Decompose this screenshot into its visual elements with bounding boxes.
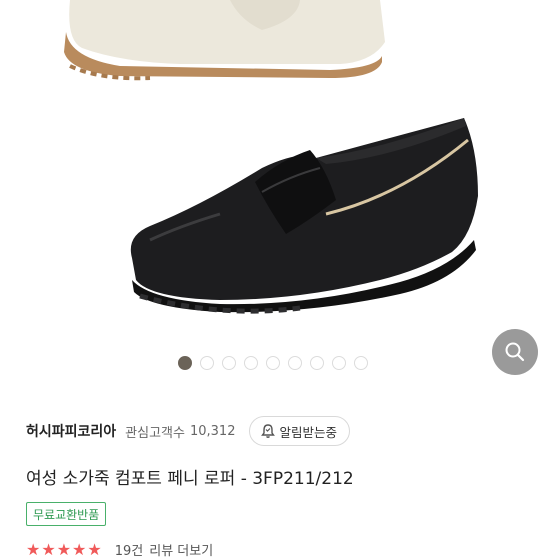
- bell-icon: [261, 424, 276, 438]
- pagination-dot[interactable]: [178, 356, 192, 370]
- star-icon: ★★★★★: [26, 540, 103, 559]
- image-search-button[interactable]: [492, 329, 538, 375]
- pagination-dot[interactable]: [310, 356, 324, 370]
- product-image[interactable]: [0, 0, 553, 345]
- pagination-dot[interactable]: [266, 356, 280, 370]
- alarm-label: 알림받는중: [279, 424, 337, 440]
- product-title: 여성 소가죽 컴포트 페니 로퍼 - 3FP211/212: [26, 469, 354, 489]
- pagination-dot[interactable]: [288, 356, 302, 370]
- favorite-count: 10,312: [189, 423, 236, 439]
- review-count: 19건: [114, 544, 144, 559]
- black-loafer-image: [130, 118, 479, 314]
- seller-row: 허시파피코리아 관심고객수 10,312 알림받는중: [26, 416, 553, 446]
- beige-loafer-image: [64, 0, 385, 81]
- pagination-dot[interactable]: [332, 356, 346, 370]
- pagination-dot[interactable]: [222, 356, 236, 370]
- pagination-dot[interactable]: [354, 356, 368, 370]
- favorite-label: 관심고객수: [125, 425, 185, 441]
- alarm-button[interactable]: 알림받는중: [249, 416, 350, 446]
- pagination-dot[interactable]: [244, 356, 258, 370]
- free-exchange-badge: 무료교환반품: [26, 502, 107, 526]
- seller-name[interactable]: 허시파피코리아: [26, 421, 116, 441]
- pagination-dot[interactable]: [200, 356, 214, 370]
- review-more-link[interactable]: 리뷰 더보기: [149, 540, 213, 559]
- image-pagination: [178, 356, 368, 370]
- search-icon: [505, 342, 525, 362]
- rating-row[interactable]: ★★★★★ 19건 리뷰 더보기: [26, 540, 213, 559]
